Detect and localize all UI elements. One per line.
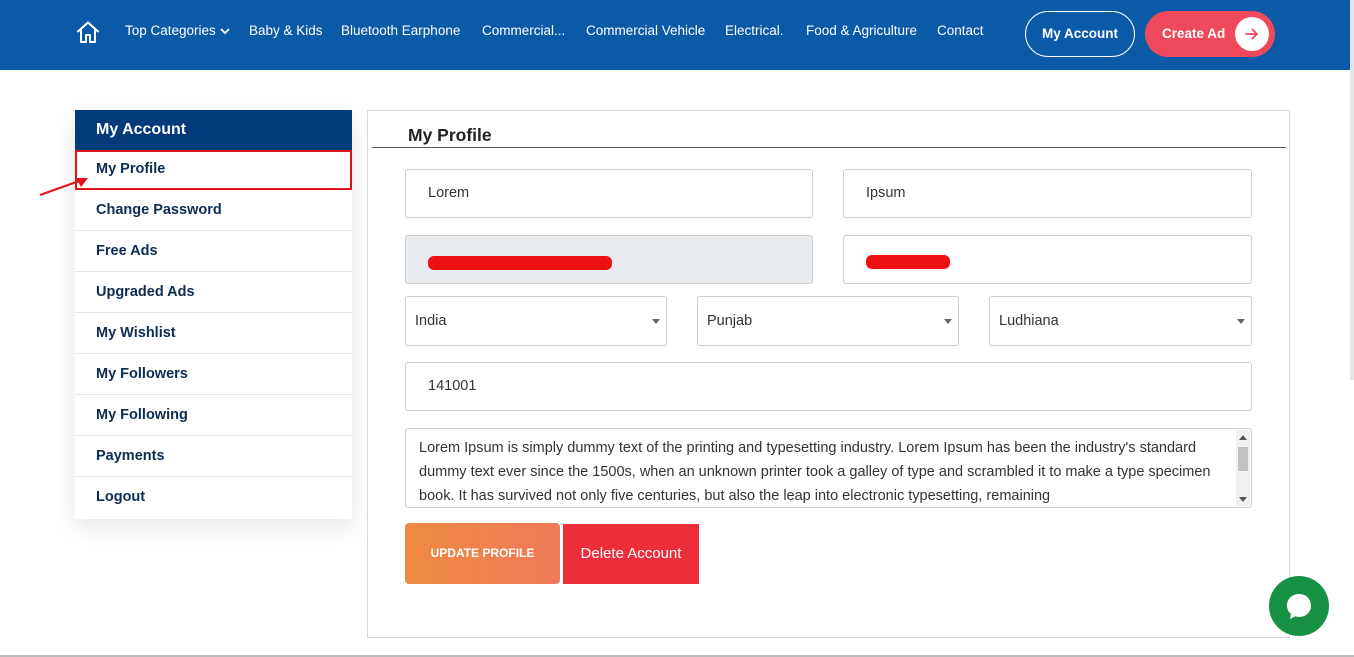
arrow-right-icon bbox=[1235, 17, 1269, 51]
phone-field[interactable] bbox=[843, 235, 1252, 284]
sidebar-item-my-profile[interactable]: My Profile bbox=[75, 150, 352, 190]
home-icon[interactable] bbox=[75, 19, 101, 45]
top-navbar: Top Categories Baby & Kids Bluetooth Ear… bbox=[0, 0, 1354, 70]
create-ad-label: Create Ad bbox=[1162, 26, 1226, 41]
pincode-field[interactable]: 141001 bbox=[405, 362, 1252, 411]
sidebar-item-free-ads[interactable]: Free Ads bbox=[75, 231, 352, 272]
state-value: Punjab bbox=[707, 313, 753, 329]
city-value: Ludhiana bbox=[999, 313, 1059, 329]
nav-bluetooth-earphone[interactable]: Bluetooth Earphone bbox=[341, 22, 460, 40]
country-value: India bbox=[415, 313, 447, 329]
nav-baby-kids[interactable]: Baby & Kids bbox=[249, 22, 323, 40]
redaction-mark bbox=[866, 255, 950, 269]
sidebar-item-payments[interactable]: Payments bbox=[75, 436, 352, 477]
caret-down-icon bbox=[944, 319, 952, 324]
nav-commercial[interactable]: Commercial... bbox=[482, 22, 565, 40]
chevron-down-icon bbox=[220, 28, 230, 35]
account-sidebar: My Account My Profile Change Password Fr… bbox=[75, 110, 352, 519]
annotation-arrow bbox=[39, 178, 88, 196]
sidebar-item-logout[interactable]: Logout bbox=[75, 477, 352, 518]
sidebar-item-upgraded-ads[interactable]: Upgraded Ads bbox=[75, 272, 352, 313]
chat-button[interactable] bbox=[1269, 576, 1329, 636]
last-name-field[interactable]: Ipsum bbox=[843, 169, 1252, 218]
scroll-thumb[interactable] bbox=[1238, 447, 1248, 471]
textarea-scrollbar[interactable] bbox=[1236, 430, 1250, 506]
caret-down-icon bbox=[1237, 319, 1245, 324]
country-select[interactable]: India bbox=[405, 296, 667, 346]
page-scrollbar[interactable] bbox=[1350, 0, 1354, 380]
scroll-down-icon[interactable] bbox=[1239, 497, 1247, 502]
about-textarea[interactable]: Lorem Ipsum is simply dummy text of the … bbox=[405, 428, 1252, 508]
about-text: Lorem Ipsum is simply dummy text of the … bbox=[419, 440, 1211, 504]
nav-food-agriculture[interactable]: Food & Agriculture bbox=[806, 22, 917, 40]
sidebar-item-my-followers[interactable]: My Followers bbox=[75, 354, 352, 395]
city-select[interactable]: Ludhiana bbox=[989, 296, 1252, 346]
nav-top-categories-label: Top Categories bbox=[125, 23, 216, 38]
panel-title: My Profile bbox=[408, 125, 492, 145]
create-ad-button[interactable]: Create Ad bbox=[1145, 11, 1275, 57]
scroll-up-icon[interactable] bbox=[1239, 435, 1247, 440]
my-account-button[interactable]: My Account bbox=[1025, 11, 1135, 57]
chat-bubble-icon bbox=[1287, 594, 1311, 619]
update-profile-button[interactable]: UPDATE PROFILE bbox=[405, 523, 560, 584]
nav-commercial-vehicle[interactable]: Commercial Vehicle bbox=[586, 22, 705, 40]
nav-contact[interactable]: Contact bbox=[937, 22, 984, 40]
sidebar-item-my-wishlist[interactable]: My Wishlist bbox=[75, 313, 352, 354]
title-divider bbox=[372, 147, 1286, 148]
caret-down-icon bbox=[652, 319, 660, 324]
nav-top-categories[interactable]: Top Categories bbox=[125, 22, 230, 40]
nav-electrical[interactable]: Electrical. bbox=[725, 22, 784, 40]
sidebar-item-my-following[interactable]: My Following bbox=[75, 395, 352, 436]
first-name-field[interactable]: Lorem bbox=[405, 169, 813, 218]
state-select[interactable]: Punjab bbox=[697, 296, 959, 346]
profile-panel: My Profile Lorem Ipsum India Punjab Ludh… bbox=[367, 110, 1290, 638]
email-field bbox=[405, 235, 813, 284]
redaction-mark bbox=[428, 256, 612, 270]
sidebar-item-change-password[interactable]: Change Password bbox=[75, 190, 352, 231]
sidebar-title: My Account bbox=[75, 110, 352, 150]
delete-account-button[interactable]: Delete Account bbox=[563, 524, 699, 584]
